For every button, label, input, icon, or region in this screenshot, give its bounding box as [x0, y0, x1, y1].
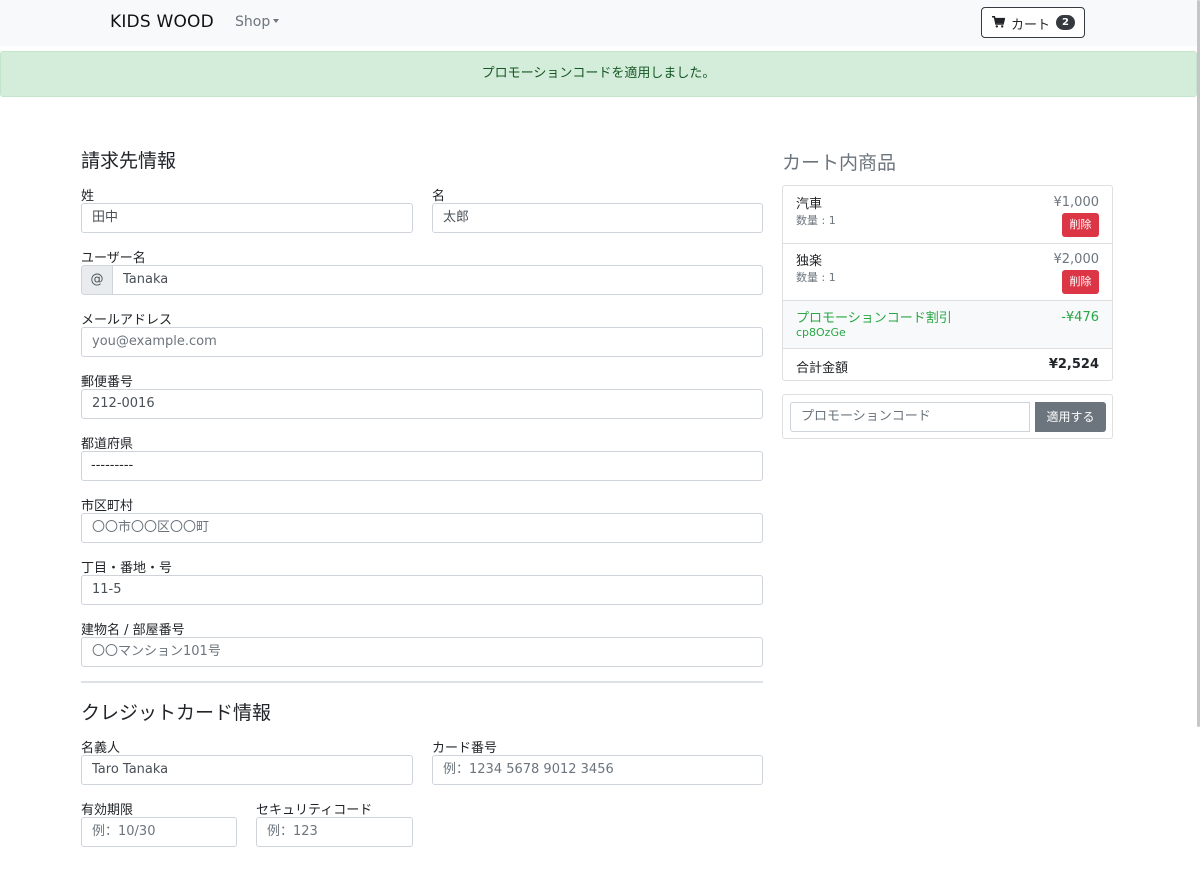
email-label: メールアドレス [81, 313, 173, 328]
postal-input[interactable]: 212-0016 [81, 389, 763, 419]
cvc-input[interactable]: 例：123 [256, 817, 413, 847]
prefecture-label: 都道府県 [81, 437, 134, 452]
total-label: 合計金額 [796, 361, 849, 376]
building-input[interactable]: 〇〇マンション101号 [81, 637, 763, 667]
email-input[interactable]: you@example.com [81, 327, 763, 357]
shop-label: Shop [235, 14, 271, 30]
success-alert: プロモーションコードを適用しました。 [0, 51, 1197, 97]
cart-count-badge: 2 [1056, 15, 1075, 30]
brand-logo[interactable]: KIDS WOOD [110, 12, 214, 32]
building-label: 建物名 / 部屋番号 [81, 623, 185, 638]
navbar: KIDS WOOD Shop カート 2 [0, 0, 1197, 46]
username-label: ユーザー名 [81, 251, 146, 266]
cart-icon [992, 16, 1005, 28]
cart-item-name: 汽車 [796, 197, 823, 212]
card-holder-input[interactable]: Taro Tanaka [81, 755, 413, 785]
cart-button[interactable]: カート 2 [981, 7, 1085, 38]
username-at-addon: @ [81, 265, 113, 295]
cart-title: カート内商品 [782, 152, 897, 174]
prefecture-select[interactable]: --------- [81, 451, 763, 481]
expiry-input[interactable]: 例：10/30 [81, 817, 237, 847]
promo-discount-row: プロモーションコード割引 cp8OzGe -¥476 [783, 301, 1112, 349]
delete-item-button[interactable]: 削除 [1062, 213, 1099, 237]
cart-item-price: ¥1,000 [1053, 195, 1100, 210]
apply-promo-button[interactable]: 適用する [1035, 402, 1106, 432]
promo-code-form: プロモーションコード 適用する [782, 394, 1113, 439]
shop-dropdown[interactable]: Shop [235, 14, 280, 30]
cart-item-qty: 数量 : 1 [796, 214, 836, 227]
delete-item-button[interactable]: 削除 [1062, 270, 1099, 294]
city-input[interactable]: 〇〇市〇〇区〇〇町 [81, 513, 763, 543]
last-name-input[interactable]: 田中 [81, 203, 413, 233]
card-holder-label: 名義人 [81, 741, 121, 756]
cart-item-price: ¥2,000 [1053, 252, 1100, 267]
cvc-label: セキュリティコード [256, 803, 373, 818]
cart-list: 汽車 数量 : 1 ¥1,000 削除 独楽 数量 : 1 ¥2,000 削除 … [782, 185, 1113, 381]
card-number-label: カード番号 [432, 741, 498, 756]
first-name-input[interactable]: 太郎 [432, 203, 763, 233]
promo-discount-amount: -¥476 [1061, 310, 1099, 325]
cart-item: 汽車 数量 : 1 ¥1,000 削除 [783, 186, 1112, 244]
cart-item: 独楽 数量 : 1 ¥2,000 削除 [783, 244, 1112, 301]
promo-discount-name: プロモーションコード割引 [796, 311, 952, 326]
postal-label: 郵便番号 [81, 375, 134, 390]
card-number-input[interactable]: 例：1234 5678 9012 3456 [432, 755, 763, 785]
promo-code-value: cp8OzGe [796, 326, 846, 339]
username-input[interactable]: Tanaka [112, 265, 763, 295]
cart-item-name: 独楽 [796, 254, 823, 269]
total-value: ¥2,524 [1048, 357, 1099, 372]
promo-code-input[interactable]: プロモーションコード [790, 402, 1030, 432]
section-divider [81, 681, 763, 683]
cart-label: カート [1011, 18, 1051, 33]
caret-down-icon [273, 19, 280, 23]
card-title: クレジットカード情報 [81, 702, 272, 724]
city-label: 市区町村 [81, 499, 134, 514]
first-name-label: 名 [432, 189, 446, 204]
billing-title: 請求先情報 [81, 150, 177, 172]
cart-item-qty: 数量 : 1 [796, 271, 836, 284]
expiry-label: 有効期限 [81, 803, 134, 818]
address-input[interactable]: 11-5 [81, 575, 763, 605]
last-name-label: 姓 [81, 189, 95, 204]
total-row: 合計金額 ¥2,524 [783, 349, 1112, 380]
address-label: 丁目・番地・号 [81, 561, 173, 576]
